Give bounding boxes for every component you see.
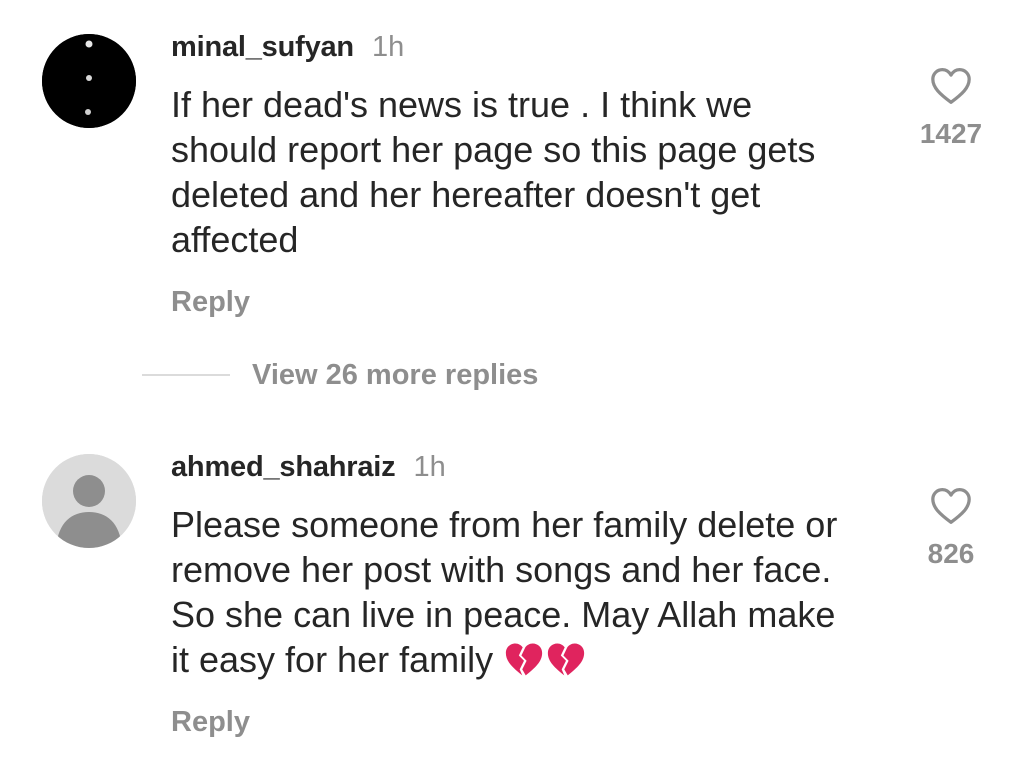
view-replies-button[interactable]: View 26 more replies [142, 355, 538, 395]
comment-meta: ahmed_shahraiz 1h [171, 451, 901, 491]
username[interactable]: minal_sufyan [171, 31, 354, 64]
broken-heart-icon [547, 643, 585, 676]
comment-item: minal_sufyan 1h If her dead's news is tr… [0, 0, 1024, 340]
heart-icon[interactable] [929, 486, 973, 526]
comment-body: minal_sufyan 1h If her dead's news is tr… [171, 31, 871, 319]
like-count: 1427 [919, 118, 983, 149]
heart-icon[interactable] [929, 66, 973, 106]
comment-text: Please someone from her family delete or… [171, 502, 901, 682]
like-control: 826 [901, 486, 1001, 570]
replies-divider [142, 374, 230, 376]
reply-button[interactable]: Reply [171, 286, 250, 319]
comment-text: If her dead's news is true . I think we … [171, 84, 816, 260]
avatar[interactable] [42, 454, 136, 548]
like-control: 1427 [901, 66, 1001, 150]
default-avatar-icon [42, 454, 136, 548]
avatar[interactable] [42, 34, 136, 128]
timestamp: 1h [413, 451, 446, 483]
profile-photo [42, 34, 136, 128]
comment-text-line: it easy for her family [171, 639, 504, 680]
comment-text-line: So she can live in peace. May Allah make [171, 594, 836, 635]
broken-heart-icon [505, 643, 543, 676]
comment-body: ahmed_shahraiz 1h Please someone from he… [171, 451, 901, 739]
timestamp: 1h [371, 31, 405, 63]
comments-screen: minal_sufyan 1h If her dead's news is tr… [0, 0, 1024, 772]
comment-item: ahmed_shahraiz 1h Please someone from he… [0, 420, 1024, 772]
reply-button[interactable]: Reply [171, 706, 250, 739]
username[interactable]: ahmed_shahraiz [171, 451, 396, 484]
comment-meta: minal_sufyan 1h [171, 31, 871, 71]
comment-text-line: remove her post with songs and her face. [171, 549, 832, 590]
like-count: 826 [927, 538, 975, 569]
view-replies-label: View 26 more replies [252, 358, 539, 391]
comment-text-line: Please someone from her family delete or [171, 504, 838, 545]
